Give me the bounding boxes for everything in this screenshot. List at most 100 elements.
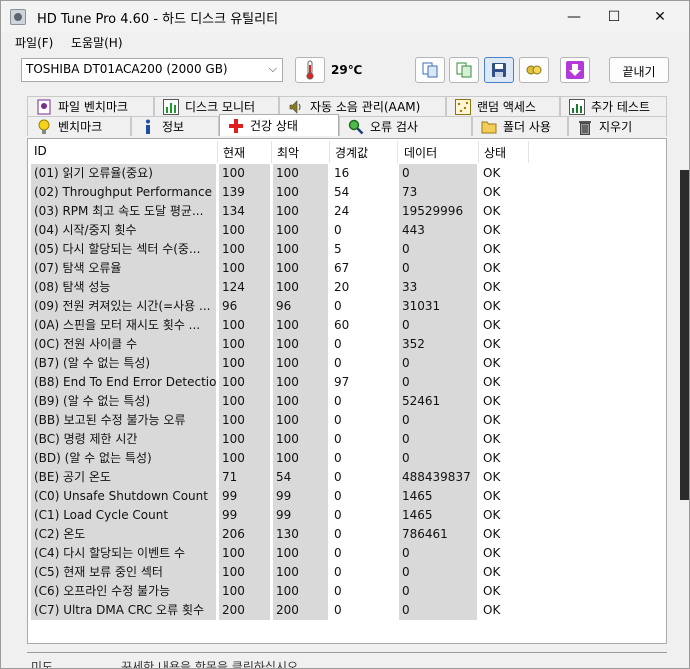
table-row[interactable]: (C4) 다시 할당되는 이벤트 수 100 100 0 0 OK xyxy=(28,544,666,563)
cell-worst: 100 xyxy=(273,449,328,468)
tab-health[interactable]: 건강 상태 xyxy=(219,114,339,136)
cell-threshold: 20 xyxy=(334,280,350,294)
cell-threshold: 16 xyxy=(334,166,350,180)
table-row[interactable]: (BB) 보고된 수정 불가능 오류 100 100 0 0 OK xyxy=(28,411,666,430)
cell-status: OK xyxy=(483,565,501,579)
cell-data: 0 xyxy=(399,449,477,468)
table-row[interactable]: (B9) (알 수 없는 특성) 100 100 0 52461 OK xyxy=(28,392,666,411)
cell-data: 73 xyxy=(399,183,477,202)
download-button[interactable] xyxy=(560,57,590,83)
tab-info[interactable]: 정보 xyxy=(131,116,219,136)
cell-worst: 100 xyxy=(273,544,328,563)
cell-current: 99 xyxy=(219,506,270,525)
tab-aam[interactable]: 자동 소음 관리(AAM) xyxy=(279,96,446,116)
temperature-readout: 29℃ xyxy=(331,63,363,77)
download-arrow-icon xyxy=(566,61,584,79)
cell-data: 0 xyxy=(399,354,477,373)
col-header-id[interactable]: ID xyxy=(34,144,47,158)
cell-worst: 200 xyxy=(273,601,328,620)
table-row[interactable]: (C2) 온도 206 130 0 786461 OK xyxy=(28,525,666,544)
table-row[interactable]: (05) 다시 할당되는 섹터 수(중... 100 100 5 0 OK xyxy=(28,240,666,259)
tab-label: 자동 소음 관리(AAM) xyxy=(310,100,421,114)
table-row[interactable]: (BC) 명령 제한 시간 100 100 0 0 OK xyxy=(28,430,666,449)
table-row[interactable]: (B8) End To End Error Detection... 100 100… xyxy=(28,373,666,392)
status-hint: 꾸세한 내용을 항목을 클릭하십시오 xyxy=(121,660,299,669)
cell-id: (C0) Unsafe Shutdown Count xyxy=(31,487,216,506)
table-row[interactable]: (BD) (알 수 없는 특성) 100 100 0 0 OK xyxy=(28,449,666,468)
cell-id: (B9) (알 수 없는 특성) xyxy=(31,392,216,411)
table-row[interactable]: (C6) 오프라인 수정 불가능 100 100 0 0 OK xyxy=(28,582,666,601)
cell-threshold: 0 xyxy=(334,413,342,427)
cell-data: 0 xyxy=(399,430,477,449)
close-button[interactable]: ✕ xyxy=(637,1,683,32)
cell-id: (C2) 온도 xyxy=(31,525,216,544)
cell-threshold: 0 xyxy=(334,299,342,313)
table-row[interactable]: (08) 탐색 성능 124 100 20 33 OK xyxy=(28,278,666,297)
table-row[interactable]: (04) 시작/중지 횟수 100 100 0 443 OK xyxy=(28,221,666,240)
cell-data: 33 xyxy=(399,278,477,297)
table-row[interactable]: (0C) 전원 사이클 수 100 100 0 352 OK xyxy=(28,335,666,354)
temperature-button[interactable] xyxy=(295,57,325,83)
tab-benchmark[interactable]: 벤치마크 xyxy=(27,116,131,136)
cell-worst: 100 xyxy=(273,430,328,449)
title-bar[interactable]: HD Tune Pro 4.60 - 하드 디스크 유틸리티 — ☐ ✕ xyxy=(1,1,689,32)
table-row[interactable]: (C1) Load Cycle Count 99 99 0 1465 OK xyxy=(28,506,666,525)
tab-extra-tests[interactable]: 추가 테스트 xyxy=(560,96,667,116)
table-row[interactable]: (01) 읽기 오류율(중요) 100 100 16 0 OK xyxy=(28,164,666,183)
cell-current: 100 xyxy=(219,164,270,183)
cell-threshold: 0 xyxy=(334,356,342,370)
table-row[interactable]: (07) 탐색 오류율 100 100 67 0 OK xyxy=(28,259,666,278)
cell-worst: 100 xyxy=(273,240,328,259)
table-row[interactable]: (C7) Ultra DMA CRC 오류 횟수 200 200 0 0 OK xyxy=(28,601,666,620)
cell-id: (01) 읽기 오류율(중요) xyxy=(31,164,216,183)
tab-disk-monitor[interactable]: 디스크 모니터 xyxy=(154,96,279,116)
cell-threshold: 0 xyxy=(334,489,342,503)
tab-file-benchmark[interactable]: 파일 벤치마크 xyxy=(27,96,154,116)
smart-table-panel[interactable]: ID 현재 최악 경계값 데이터 상태 (01) 읽기 오류율(중요) 100 10… xyxy=(27,138,667,644)
table-row[interactable]: (03) RPM 최고 속도 도달 평균... 134 100 24 19529996 O… xyxy=(28,202,666,221)
col-header-threshold[interactable]: 경계값 xyxy=(335,144,368,161)
table-row[interactable]: (09) 전원 켜져있는 시간(=사용 ... 96 96 0 31031 OK xyxy=(28,297,666,316)
col-header-status[interactable]: 상태 xyxy=(484,144,506,161)
tab-label: 정보 xyxy=(162,120,185,134)
trash-icon xyxy=(577,119,593,135)
cell-current: 100 xyxy=(219,449,270,468)
menu-file[interactable]: 파일(F) xyxy=(15,34,53,51)
cell-threshold: 0 xyxy=(334,451,342,465)
table-row[interactable]: (C5) 현재 보류 중인 섹터 100 100 0 0 OK xyxy=(28,563,666,582)
copy-info-button[interactable] xyxy=(415,57,445,83)
menu-help[interactable]: 도움말(H) xyxy=(71,34,123,51)
col-header-worst[interactable]: 최악 xyxy=(277,144,299,161)
col-header-current[interactable]: 현재 xyxy=(223,144,245,161)
chevron-down-icon: ⌵ xyxy=(268,62,277,75)
tab-erase[interactable]: 지우기 xyxy=(568,116,667,136)
maximize-button[interactable]: ☐ xyxy=(591,1,637,32)
options-button[interactable] xyxy=(519,57,549,83)
table-row[interactable]: (0A) 스핀을 모터 재시도 횟수 ... 100 100 60 0 OK xyxy=(28,316,666,335)
cell-worst: 100 xyxy=(273,335,328,354)
table-row[interactable]: (02) Throughput Performance 139 100 54 73 OK xyxy=(28,183,666,202)
cell-current: 134 xyxy=(219,202,270,221)
tab-label: 추가 테스트 xyxy=(591,100,651,114)
table-row[interactable]: (B7) (알 수 없는 특성) 100 100 0 0 OK xyxy=(28,354,666,373)
drive-select[interactable]: TOSHIBA DT01ACA200 (2000 GB) ⌵ xyxy=(21,58,283,82)
tab-error-scan[interactable]: 오류 검사 xyxy=(339,116,472,136)
tab-folder-usage[interactable]: 폴더 사용 xyxy=(472,116,568,136)
save-button[interactable] xyxy=(484,57,514,83)
cell-id: (0A) 스핀을 모터 재시도 횟수 ... xyxy=(31,316,216,335)
cell-status: OK xyxy=(483,413,501,427)
col-header-data[interactable]: 데이터 xyxy=(404,144,437,161)
cell-id: (C6) 오프라인 수정 불가능 xyxy=(31,582,216,601)
cell-status: OK xyxy=(483,451,501,465)
cell-data: 52461 xyxy=(399,392,477,411)
table-row[interactable]: (C0) Unsafe Shutdown Count 99 99 0 1465 OK xyxy=(28,487,666,506)
cell-id: (07) 탐색 오류율 xyxy=(31,259,216,278)
lightbulb-icon xyxy=(36,119,52,135)
copy-screenshot-button[interactable] xyxy=(449,57,479,83)
table-row[interactable]: (BE) 공기 온도 71 54 0 488439837 OK xyxy=(28,468,666,487)
exit-button[interactable]: 끝내기 xyxy=(609,57,669,83)
cell-data: 0 xyxy=(399,240,477,259)
cell-threshold: 0 xyxy=(334,223,342,237)
tab-random-access[interactable]: 랜덤 액세스 xyxy=(446,96,560,116)
copy-icon xyxy=(422,62,438,78)
